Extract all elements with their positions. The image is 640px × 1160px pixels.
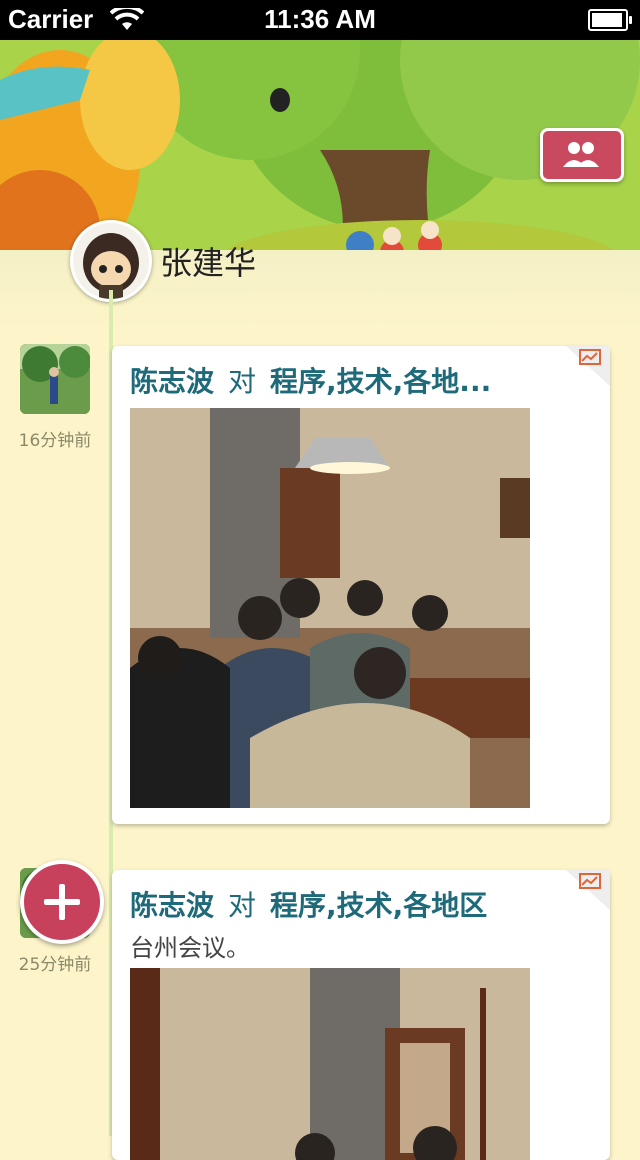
post-card[interactable]: 陈志波对程序,技术,各地...: [112, 346, 610, 824]
post-topic[interactable]: 程序,技术,各地区: [270, 889, 487, 922]
post-time: 25分钟前: [18, 955, 92, 975]
status-bar: Carrier 11:36 AM: [0, 0, 640, 40]
post-title[interactable]: 陈志波对程序,技术,各地...: [130, 360, 491, 400]
post-verb: 对: [228, 365, 257, 398]
group-people-icon: [563, 142, 599, 167]
post-topic[interactable]: 程序,技术,各地...: [270, 365, 491, 398]
post-content: 台州会议。: [130, 934, 250, 962]
post-photo[interactable]: [130, 968, 530, 1160]
post-author-thumbnail[interactable]: [20, 344, 90, 414]
post-photo[interactable]: [130, 408, 530, 808]
post-author[interactable]: 陈志波: [130, 365, 214, 398]
group-button[interactable]: [540, 128, 624, 182]
post-author[interactable]: 陈志波: [130, 889, 214, 922]
add-post-button[interactable]: [20, 860, 104, 944]
post-verb: 对: [228, 889, 257, 922]
post-time: 16分钟前: [18, 431, 92, 451]
post-title[interactable]: 陈志波对程序,技术,各地区: [130, 884, 487, 924]
post-card[interactable]: 陈志波对程序,技术,各地区 台州会议。: [112, 870, 610, 1160]
clock: 11:36 AM: [264, 4, 376, 34]
battery-icon: [588, 9, 632, 31]
profile-name[interactable]: 张建华: [160, 238, 256, 284]
chart-share-icon[interactable]: [566, 346, 610, 386]
chart-share-icon[interactable]: [566, 870, 610, 910]
